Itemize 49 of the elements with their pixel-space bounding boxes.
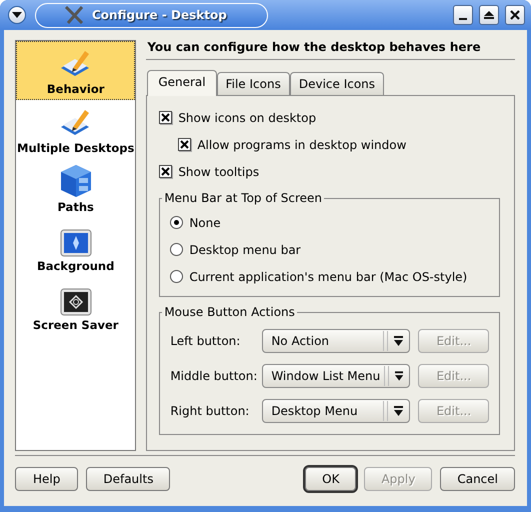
- checkbox-label: Show icons on desktop: [178, 110, 316, 124]
- radio-label: Current application's menu bar (Mac OS-style): [189, 270, 468, 284]
- dropdown[interactable]: Window List Menu: [262, 364, 410, 388]
- sidebar-item[interactable]: Multiple Desktops: [16, 100, 136, 159]
- minimize-icon: [459, 18, 467, 20]
- sidebar-item[interactable]: Paths: [16, 159, 136, 218]
- window-title: Configure - Desktop: [92, 8, 227, 22]
- dialog-button[interactable]: Defaults: [86, 467, 170, 491]
- minimize-button[interactable]: [453, 5, 473, 25]
- tab[interactable]: File Icons: [216, 72, 290, 95]
- radio-label: Desktop menu bar: [189, 242, 301, 256]
- group-title: Mouse Button Actions: [163, 305, 296, 319]
- dropdown-arrow-icon: [394, 370, 404, 380]
- dialog-button[interactable]: Cancel: [440, 467, 515, 491]
- maximize-button[interactable]: [479, 5, 499, 25]
- sidebar-item[interactable]: Screen Saver: [16, 277, 136, 336]
- dropdown[interactable]: Desktop Menu: [262, 398, 410, 422]
- sidebar-item[interactable]: Background: [16, 218, 136, 277]
- cabinet-icon: [60, 164, 92, 198]
- group-title: Menu Bar at Top of Screen: [163, 191, 323, 205]
- window-menu-button[interactable]: [8, 6, 26, 24]
- checkbox[interactable]: [178, 138, 192, 151]
- checkbox[interactable]: [159, 165, 172, 178]
- dialog-button[interactable]: Help: [15, 467, 78, 491]
- page-heading: You can configure how the desktop behaves here: [146, 40, 482, 56]
- radio-button[interactable]: [170, 216, 184, 229]
- dropdown-arrow-icon: [394, 406, 404, 416]
- checkbox[interactable]: [159, 111, 172, 124]
- dropdown-arrow-icon: [394, 336, 404, 346]
- monitor-icon: [60, 229, 92, 257]
- monitor-icon: [60, 288, 92, 316]
- field-label: Left button:: [170, 334, 242, 348]
- checkbox-label: Allow programs in desktop window: [197, 138, 406, 152]
- maximize-icon: [484, 10, 494, 20]
- field-label: Right button:: [170, 404, 250, 418]
- sidebar-item[interactable]: Behavior: [16, 41, 136, 100]
- dialog-button[interactable]: OK: [305, 467, 356, 491]
- checkbox-label: Show tooltips: [178, 164, 260, 178]
- radio-button[interactable]: [170, 270, 184, 283]
- tab[interactable]: General: [147, 70, 217, 96]
- dropdown[interactable]: No Action: [262, 328, 410, 352]
- close-icon: [510, 10, 520, 20]
- field-label: Middle button:: [170, 368, 254, 382]
- triangle-down-icon: [12, 12, 22, 18]
- x-logo-icon: [64, 6, 84, 24]
- radio-button[interactable]: [170, 243, 184, 256]
- close-button[interactable]: [505, 5, 525, 25]
- tab[interactable]: Device Icons: [290, 72, 384, 95]
- radio-label: None: [189, 216, 221, 230]
